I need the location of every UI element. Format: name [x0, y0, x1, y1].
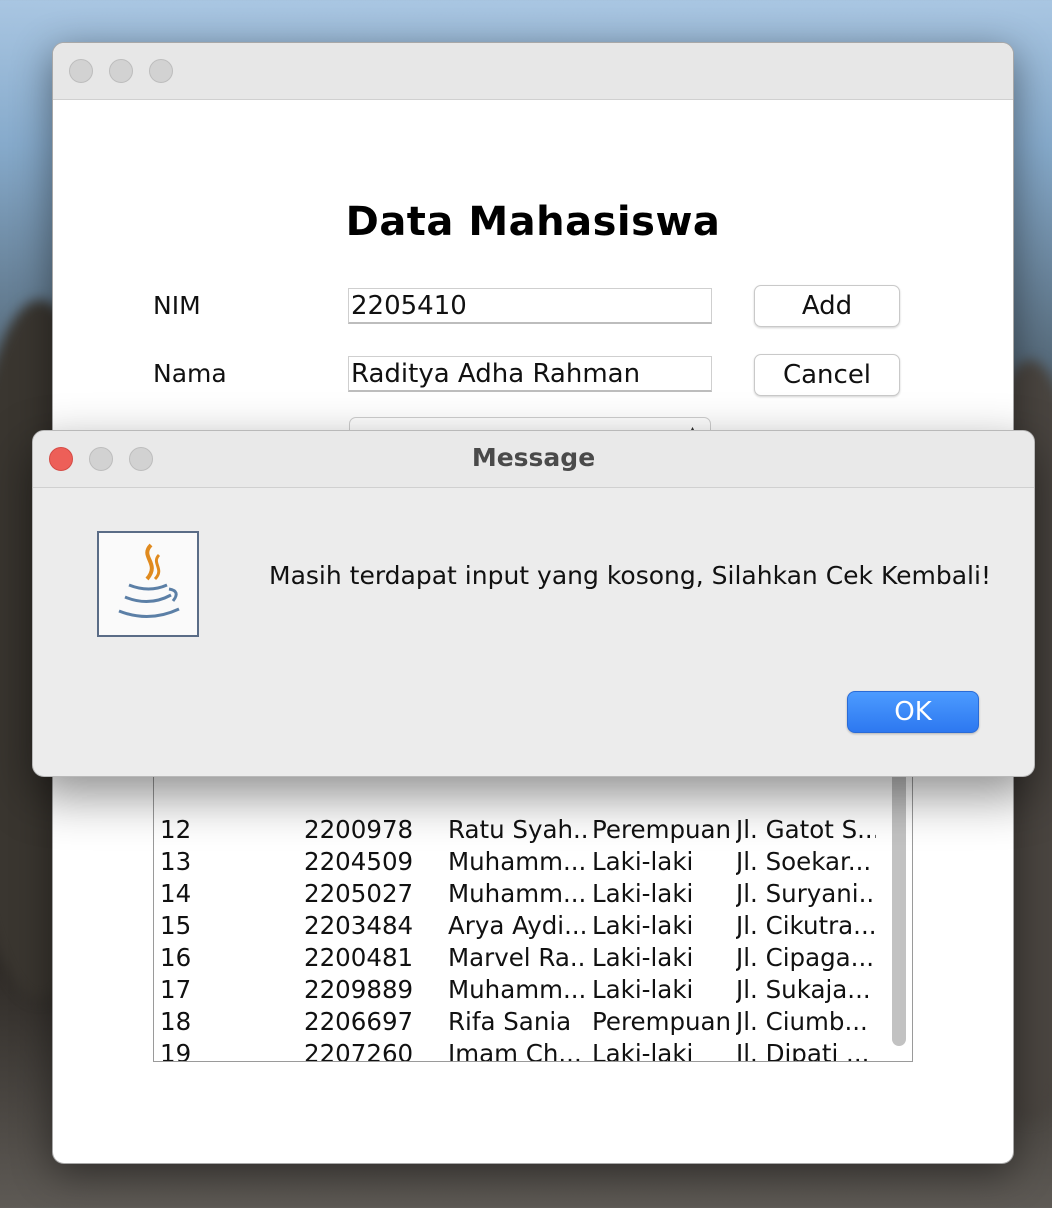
table-row[interactable]: 13 2204509 Muhamm... Laki-laki Jl. Soekar...	[154, 846, 884, 878]
table-cell: 2203484	[304, 911, 414, 940]
mahasiswa-table[interactable]: 12 2200978 Ratu Syah... Perempuan Jl. Gatot …	[153, 763, 913, 1062]
table-row[interactable]: 17 2209889 Muhamm... Laki-laki Jl. Sukaja...	[154, 974, 884, 1006]
nim-input[interactable]: 2205410	[348, 288, 712, 324]
table-cell: Muhamm...	[448, 847, 586, 876]
table-cell: 2200481	[304, 943, 414, 972]
table-cell: Muhamm...	[448, 879, 586, 908]
minimize-window-button[interactable]	[109, 59, 133, 83]
table-cell: 2205027	[304, 879, 414, 908]
table-cell: Marvel Ra...	[448, 943, 586, 972]
table-cell: Jl. Suryani...	[736, 879, 876, 908]
close-window-button[interactable]	[69, 59, 93, 83]
table-cell: 2204509	[304, 847, 414, 876]
table-cell: Laki-laki	[592, 943, 694, 972]
page-title: Data Mahasiswa	[345, 199, 721, 245]
table-cell: Jl. Sukaja...	[736, 975, 871, 1004]
main-window-titlebar	[53, 43, 1013, 100]
table-cell: Jl. Soekar...	[736, 847, 872, 876]
java-icon	[97, 531, 199, 637]
table-cell: 13	[160, 847, 192, 876]
dialog-titlebar: Message	[33, 431, 1034, 488]
nama-input[interactable]: Raditya Adha Rahman	[348, 356, 712, 392]
nama-label: Nama	[153, 359, 227, 388]
table-cell: Jl. Cikutra...	[736, 911, 876, 940]
table-row[interactable]: 12 2200978 Ratu Syah... Perempuan Jl. Gatot …	[154, 814, 884, 846]
table-cell: Perempuan	[592, 1007, 730, 1036]
table-cell: Laki-laki	[592, 1039, 694, 1062]
table-cell: Rifa Sania	[448, 1007, 572, 1036]
table-cell: Laki-laki	[592, 879, 694, 908]
table-row[interactable]: 16 2200481 Marvel Ra... Laki-laki Jl. Cipaga…	[154, 942, 884, 974]
table-cell: 12	[160, 815, 192, 844]
table-cell: Ratu Syah...	[448, 815, 586, 844]
table-cell: 15	[160, 911, 192, 940]
table-cell: Imam Ch...	[448, 1039, 582, 1062]
dialog-message: Masih terdapat input yang kosong, Silahk…	[269, 561, 991, 590]
table-cell: 14	[160, 879, 192, 908]
table-cell: 2207260	[304, 1039, 414, 1062]
table-row[interactable]: 14 2205027 Muhamm... Laki-laki Jl. Suryani..…	[154, 878, 884, 910]
table-row[interactable]: 15 2203484 Arya Aydi... Laki-laki Jl. Cikutr…	[154, 910, 884, 942]
table-cell: 2206697	[304, 1007, 414, 1036]
table-cell: Jl. Dipati ...	[736, 1039, 870, 1062]
table-cell: Arya Aydi...	[448, 911, 586, 940]
table-cell: 16	[160, 943, 192, 972]
table-cell: Perempuan	[592, 815, 730, 844]
add-button[interactable]: Add	[754, 285, 900, 327]
table-cell: Jl. Gatot S...	[736, 815, 876, 844]
dialog-title: Message	[471, 443, 596, 472]
table-cell: 17	[160, 975, 192, 1004]
zoom-window-button[interactable]	[149, 59, 173, 83]
table-cell: Jl. Ciumb...	[736, 1007, 868, 1036]
table-cell: Laki-laki	[592, 911, 694, 940]
table-cell: Laki-laki	[592, 975, 694, 1004]
ok-button[interactable]: OK	[847, 691, 979, 733]
nim-label: NIM	[153, 291, 201, 320]
message-dialog: Message Masih terdapat input yang kosong…	[32, 430, 1035, 777]
table-row[interactable]: 19 2207260 Imam Ch... Laki-laki Jl. Dipati .…	[154, 1038, 884, 1062]
table-cell: 18	[160, 1007, 192, 1036]
table-cell: Jl. Cipaga...	[736, 943, 875, 972]
table-cell: 2209889	[304, 975, 414, 1004]
table-cell: Laki-laki	[592, 847, 694, 876]
cancel-button[interactable]: Cancel	[754, 354, 900, 396]
table-cell: 19	[160, 1039, 192, 1062]
table-cell: Muhamm...	[448, 975, 586, 1004]
table-row[interactable]: 18 2206697 Rifa Sania Perempuan Jl. Ciumb...	[154, 1006, 884, 1038]
table-cell: 2200978	[304, 815, 414, 844]
table-scrollbar[interactable]	[892, 764, 906, 1046]
